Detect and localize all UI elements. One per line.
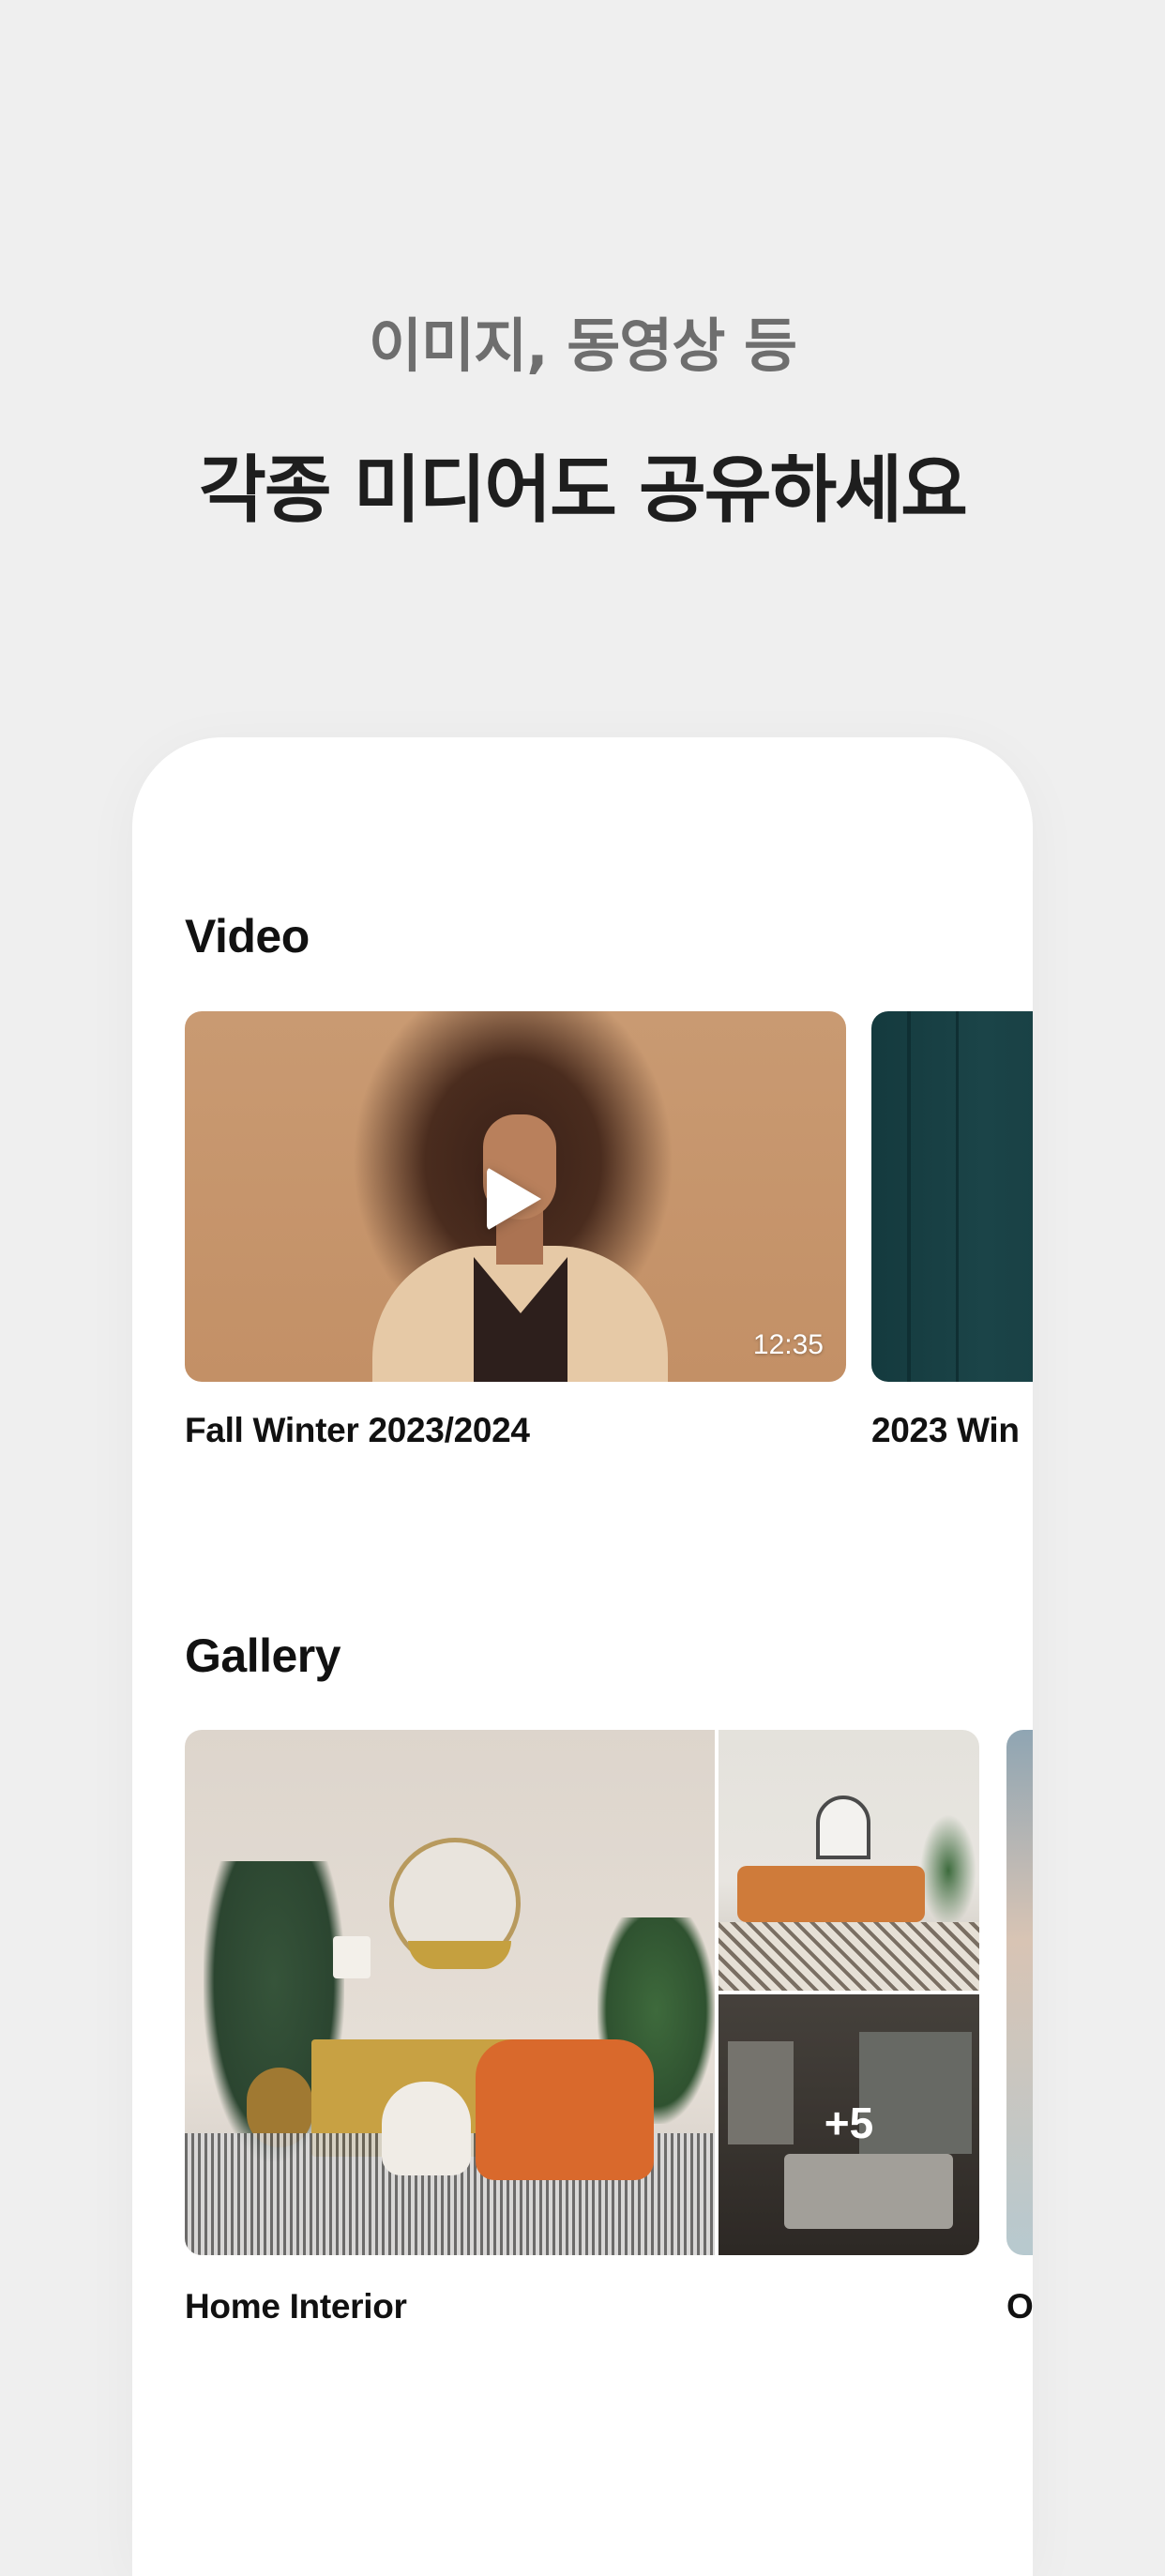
gallery-main-image[interactable] [185, 1730, 715, 2255]
gallery-thumb-top[interactable] [719, 1730, 979, 1991]
video-card-caption[interactable]: Fall Winter 2023/2024 [185, 1411, 530, 1450]
video-2-image-detail [907, 1011, 911, 1382]
image-orange-chair [476, 2039, 654, 2180]
gallery-card-thumbnail-2[interactable] [1006, 1730, 1033, 2255]
gallery-section-title: Gallery [185, 1629, 341, 1682]
play-icon[interactable] [487, 1167, 541, 1231]
gallery-card-caption-2[interactable]: O [1006, 2287, 1033, 2326]
image-plant [920, 1814, 976, 1927]
image-rug [719, 1922, 979, 1991]
video-section-title: Video [185, 910, 310, 962]
more-count-badge: +5 [824, 2099, 874, 2147]
video-card-caption-2[interactable]: 2023 Win [871, 1411, 1020, 1450]
video-2-image-detail [956, 1011, 959, 1382]
image-mirror [816, 1796, 870, 1859]
gallery-thumb-bottom[interactable]: +5 [719, 1994, 979, 2255]
header-title: 각종 미디어도 공유하세요 [199, 448, 968, 533]
gallery-card-caption[interactable]: Home Interior [185, 2287, 407, 2326]
phone-screen: Video 12:35 Fall Winter 2023/2024 2023 W… [132, 737, 1033, 2576]
image-shelf [408, 1941, 511, 1969]
header-subtitle: 이미지, 동영상 등 [368, 311, 797, 380]
image-lamp [333, 1936, 371, 1978]
image-pouf [382, 2082, 471, 2175]
video-duration: 12:35 [752, 1329, 824, 1360]
image-sofa [737, 1866, 925, 1922]
video-card-thumbnail[interactable]: 12:35 [185, 1011, 846, 1382]
video-card-thumbnail-2[interactable] [871, 1011, 1033, 1382]
